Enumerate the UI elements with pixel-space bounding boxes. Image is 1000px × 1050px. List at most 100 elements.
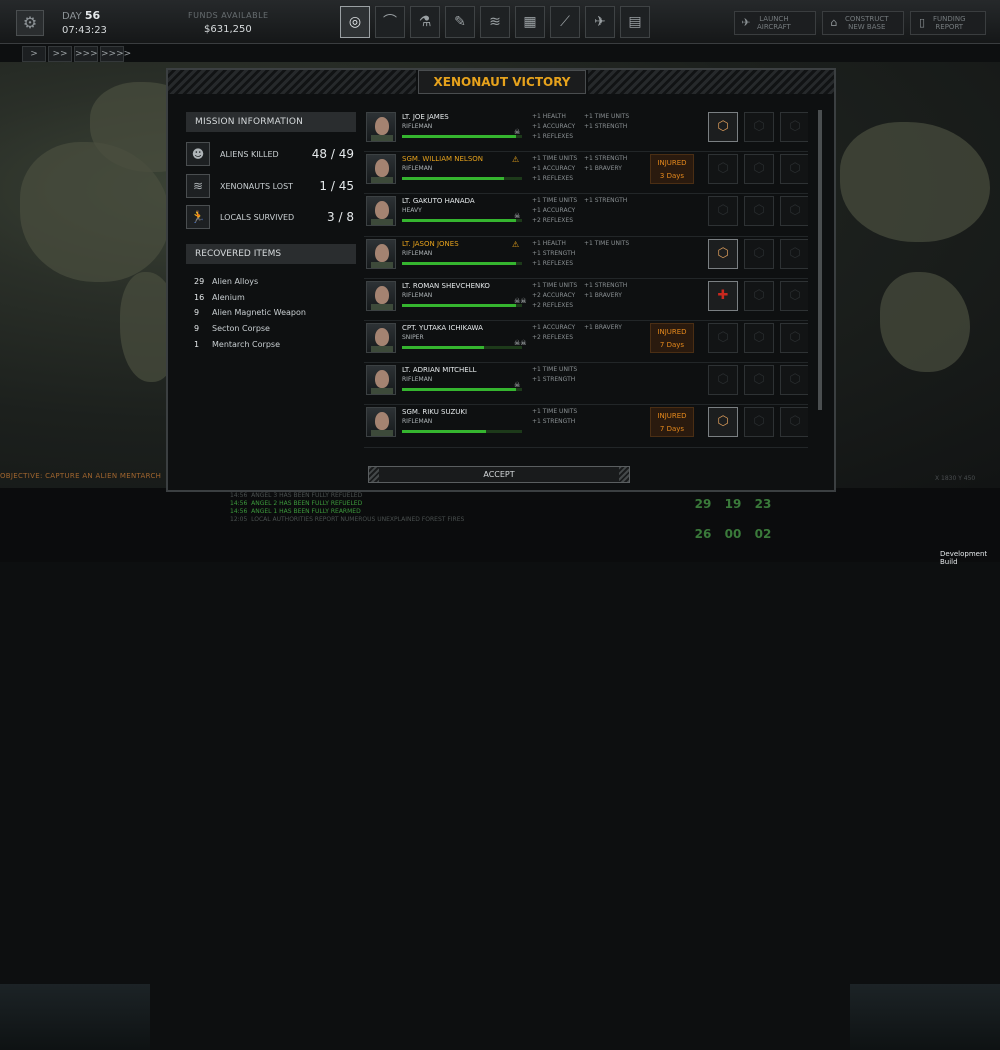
injury-badge: INJURED 3 Days xyxy=(650,154,694,185)
stat-gains: +1 TIME UNITS +1 STRENGTH xyxy=(584,112,629,132)
soldier-row[interactable]: SGM. RIKU SUZUKI RIFLEMAN +1 TIME UNITS +… xyxy=(364,405,808,448)
globe-icon[interactable]: ◎ xyxy=(340,6,370,38)
research-icon[interactable]: ⚗ xyxy=(410,6,440,38)
stat-aliens-killed: ☻ ALIENS KILLED 48 / 49 xyxy=(186,142,356,166)
empty-medal-slot-icon[interactable]: ⬡ xyxy=(780,238,808,269)
stat-gain: +1 TIME UNITS xyxy=(584,239,630,247)
stat-gain: +1 STRENGTH xyxy=(532,249,576,257)
medal-icon[interactable]: ⬡ xyxy=(708,112,738,142)
stat-locals-survived: 🏃 LOCALS SURVIVED 3 / 8 xyxy=(186,205,356,229)
speed-4-button[interactable]: >>>> xyxy=(100,46,131,62)
counter-value: 23 xyxy=(754,497,772,511)
recovered-item: 29 Alien Alloys xyxy=(194,274,306,290)
day-counter: DAY 56 xyxy=(62,9,101,22)
stat-gain: +1 HEALTH xyxy=(532,239,566,247)
experience-bar xyxy=(402,303,522,307)
soldier-portrait xyxy=(366,112,396,142)
empty-medal-slot-icon[interactable]: ⬡ xyxy=(744,154,774,185)
empty-medal-slot-icon[interactable]: ⬡ xyxy=(708,154,738,185)
stat-gain: +1 BRAVERY xyxy=(584,323,622,331)
empty-medal-slot-icon[interactable]: ⬡ xyxy=(744,365,774,396)
soldier-portrait xyxy=(366,322,396,353)
soldier-portrait xyxy=(366,407,396,438)
soldier-row[interactable]: LT. JASON JONES RIFLEMAN ⚠ +1 HEALTH +1 ST… xyxy=(364,237,808,279)
funding-report-button[interactable]: ▯ FUNDING REPORT xyxy=(910,11,986,35)
speed-1-button[interactable]: > xyxy=(22,46,46,62)
soldier-roster[interactable]: LT. JOE JAMES RIFLEMAN ☠ +1 HEALTH +1 ACCU… xyxy=(364,110,808,452)
stat-gain: +1 HEALTH xyxy=(532,113,566,120)
experience-bar xyxy=(402,388,522,392)
base-icon[interactable]: ▦ xyxy=(515,6,545,38)
empty-medal-slot-icon[interactable]: ⬡ xyxy=(744,238,774,269)
soldier-portrait xyxy=(366,196,396,227)
speed-2-button[interactable]: >> xyxy=(48,46,72,62)
empty-medal-slot-icon[interactable]: ⬡ xyxy=(744,196,774,227)
gear-icon[interactable]: ⚙ xyxy=(16,10,44,36)
soldier-row[interactable]: LT. JOE JAMES RIFLEMAN ☠ +1 HEALTH +1 ACCU… xyxy=(364,110,808,153)
game-clock: 07:43:23 xyxy=(62,25,107,36)
stat-gains: +1 TIME UNITS +1 STRENGTH xyxy=(532,407,577,427)
stat-gains: +1 ACCURACY +2 REFLEXES xyxy=(532,323,575,343)
rifle-icon[interactable]: ⟋ xyxy=(550,6,580,38)
empty-medal-slot-icon[interactable]: ⬡ xyxy=(780,322,808,353)
experience-bar xyxy=(402,219,522,223)
soldier-class: RIFLEMAN xyxy=(402,123,433,130)
soldier-row[interactable]: LT. GAKUTO HANADA HEAVY ☠ +1 TIME UNITS +1… xyxy=(364,194,808,237)
roster-scrollbar[interactable] xyxy=(818,110,822,410)
dialog-title: XENONAUT VICTORY xyxy=(418,70,586,94)
recovered-item: 9 Secton Corpse xyxy=(194,321,306,337)
empty-medal-slot-icon[interactable]: ⬡ xyxy=(780,407,808,438)
rank-icon[interactable]: ≋ xyxy=(480,6,510,38)
recovered-item: 9 Alien Magnetic Weapon xyxy=(194,305,306,321)
empty-medal-slot-icon[interactable]: ⬡ xyxy=(780,365,808,396)
counter-value: 00 xyxy=(724,527,742,541)
soldier-class: RIFLEMAN xyxy=(402,418,433,426)
injury-days: 7 Days xyxy=(659,425,685,434)
plane-icon: ✈ xyxy=(741,16,751,29)
hangar-icon[interactable]: ⌒ xyxy=(375,6,405,38)
empty-medal-slot-icon[interactable]: ⬡ xyxy=(708,196,738,227)
accept-button[interactable]: ACCEPT xyxy=(368,466,630,483)
empty-medal-slot-icon[interactable]: ⬡ xyxy=(780,280,808,311)
empty-medal-slot-icon[interactable]: ⬡ xyxy=(780,154,808,185)
soldier-name: LT. GAKUTO HANADA xyxy=(402,197,475,206)
medal-slots: ⬡ ⬡ ⬡ xyxy=(708,154,808,185)
construct-base-button[interactable]: ⌂ CONSTRUCT NEW BASE xyxy=(822,11,904,35)
empty-medal-slot-icon[interactable]: ⬡ xyxy=(744,322,774,353)
log-time: 14:56 xyxy=(230,492,248,499)
operator-station-left xyxy=(0,984,150,1050)
stat-label: ALIENS KILLED xyxy=(220,149,279,159)
title-hatch-right xyxy=(588,70,834,94)
launch-aircraft-button[interactable]: ✈ LAUNCH AIRCRAFT xyxy=(734,11,816,35)
stats-icon[interactable]: ▤ xyxy=(620,6,650,38)
empty-medal-slot-icon[interactable]: ⬡ xyxy=(744,112,774,142)
soldier-row[interactable]: LT. ADRIAN MITCHELL RIFLEMAN ☠ +1 TIME UN… xyxy=(364,363,808,406)
medal-slots: ✚ ⬡ ⬡ xyxy=(708,280,808,311)
medal-icon[interactable]: ✚ xyxy=(708,280,738,311)
soldier-row[interactable]: CPT. YUTAKA ICHIKAWA SNIPER ☠☠ +1 ACCURAC… xyxy=(364,321,808,364)
log-entry: 14:56 ANGEL 3 HAS BEEN FULLY REFUELED xyxy=(230,492,464,500)
jet-icon[interactable]: ✈ xyxy=(585,6,615,38)
soldier-row[interactable]: LT. ROMAN SHEVCHENKO RIFLEMAN ☠☠ +1 TIME … xyxy=(364,279,808,321)
mission-info-heading: MISSION INFORMATION xyxy=(186,112,356,132)
alien-head-icon: ☻ xyxy=(186,142,210,166)
experience-bar xyxy=(402,135,522,138)
empty-medal-slot-icon[interactable]: ⬡ xyxy=(744,280,774,311)
medal-icon[interactable]: ⬡ xyxy=(708,407,738,438)
empty-medal-slot-icon[interactable]: ⬡ xyxy=(708,365,738,396)
soldier-row[interactable]: SGM. WILLIAM NELSON RIFLEMAN ⚠ +1 TIME UN… xyxy=(364,152,808,195)
medal-icon[interactable]: ⬡ xyxy=(708,238,738,269)
empty-medal-slot-icon[interactable]: ⬡ xyxy=(780,112,808,142)
stat-gain: +1 STRENGTH xyxy=(584,155,628,163)
soldier-portrait xyxy=(366,238,396,269)
stat-gain: +1 BRAVERY xyxy=(584,165,622,173)
scroll-thumb[interactable] xyxy=(818,110,822,410)
stat-value: 1 / 45 xyxy=(319,179,354,193)
engineering-icon[interactable]: ✎ xyxy=(445,6,475,38)
speed-3-button[interactable]: >>> xyxy=(74,46,98,62)
empty-medal-slot-icon[interactable]: ⬡ xyxy=(708,322,738,353)
empty-medal-slot-icon[interactable]: ⬡ xyxy=(780,196,808,227)
event-log: 14:56 ANGEL 3 HAS BEEN FULLY REFUELED 14:… xyxy=(230,492,464,524)
empty-medal-slot-icon[interactable]: ⬡ xyxy=(744,407,774,438)
item-qty: 29 xyxy=(194,277,205,287)
